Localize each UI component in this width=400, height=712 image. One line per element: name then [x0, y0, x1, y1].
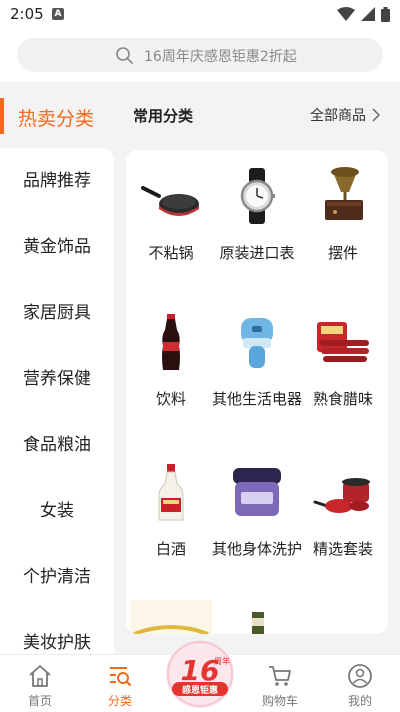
sidebar-item-kitchen[interactable]: 家居厨具	[0, 280, 114, 346]
status-time: 2:05	[10, 5, 44, 23]
liquor-bottle-icon	[158, 464, 184, 521]
profile-icon	[348, 664, 372, 688]
category-item[interactable]	[130, 600, 212, 634]
hot-category-tab[interactable]: 热卖分类	[0, 98, 114, 134]
search-input[interactable]: 16周年庆感恩钜惠2折起	[17, 38, 383, 72]
nav-profile[interactable]: 我的	[320, 655, 400, 712]
frying-pan-icon	[141, 186, 199, 216]
badge-line2: 感恩钜惠	[182, 684, 218, 696]
category-item[interactable]: 熟食腊味	[302, 300, 384, 450]
category-grid: 不粘锅 原装进口表 摆件 饮料 其他生活电器 熟食腊味 白酒 其他身体洗护 精选…	[126, 150, 388, 634]
category-item[interactable]: 饮料	[130, 300, 212, 450]
body-scrub-jar-icon	[233, 468, 281, 516]
category-item[interactable]: 其他生活电器	[212, 300, 302, 450]
anniversary-promo-button[interactable]: 16 周年 感恩钜惠	[166, 640, 234, 708]
hot-category-label: 热卖分类	[18, 108, 95, 130]
active-indicator	[0, 98, 4, 134]
search-icon	[116, 47, 133, 64]
all-goods-label: 全部商品	[310, 108, 366, 124]
sausage-icon	[317, 322, 369, 362]
section-title: 常用分类	[133, 107, 194, 125]
nav-profile-label: 我的	[347, 694, 372, 708]
battery-icon	[381, 6, 390, 22]
badge-line1: 周年	[214, 656, 230, 666]
category-label: 饮料	[155, 390, 186, 408]
category-label: 白酒	[155, 540, 186, 558]
sidebar-item-gold[interactable]: 黄金饰品	[0, 214, 114, 280]
wristwatch-icon	[240, 168, 275, 224]
sidebar-item-brand[interactable]: 品牌推荐	[0, 148, 114, 214]
sidebar-item-food[interactable]: 食品粮油	[0, 412, 114, 478]
cookware-set-icon	[313, 478, 370, 513]
category-label: 其他生活电器	[212, 390, 303, 408]
category-item[interactable]: 精选套装	[302, 450, 384, 600]
nav-cart[interactable]: 购物车	[240, 655, 320, 712]
nav-category-label: 分类	[107, 694, 132, 708]
nav-home-label: 首页	[27, 694, 52, 708]
sidebar-item-womenswear[interactable]: 女装	[0, 478, 114, 544]
category-label: 原装进口表	[219, 244, 295, 262]
nav-cart-label: 购物车	[261, 694, 298, 708]
sidebar-item-health[interactable]: 营养保健	[0, 346, 114, 412]
signal-icon	[361, 7, 375, 21]
category-label: 精选套装	[312, 540, 373, 558]
category-item[interactable]: 白酒	[130, 450, 212, 600]
category-item[interactable]	[216, 600, 298, 634]
home-icon	[29, 665, 51, 687]
wifi-icon	[337, 7, 355, 21]
category-label: 不粘锅	[148, 244, 194, 262]
category-label: 其他身体洗护	[212, 540, 303, 558]
chevron-right-icon	[372, 108, 380, 122]
sidebar-item-personal-care[interactable]: 个护清洁	[0, 544, 114, 610]
category-item[interactable]: 摆件	[302, 150, 384, 300]
nav-category[interactable]: 分类	[80, 655, 160, 712]
search-placeholder: 16周年庆感恩钜惠2折起	[144, 49, 297, 65]
category-search-icon	[110, 667, 131, 686]
lint-remover-icon	[241, 318, 273, 368]
sidebar-item-beauty[interactable]: 美妆护肤	[0, 610, 114, 654]
anniversary-badge-icon: 16 周年 感恩钜惠	[167, 641, 233, 707]
nav-home[interactable]: 首页	[0, 655, 80, 712]
cola-bottle-icon	[162, 314, 180, 370]
cart-icon	[269, 666, 291, 686]
category-sidebar: 品牌推荐 黄金饰品 家居厨具 营养保健 食品粮油 女装 个护清洁 美妆护肤	[0, 148, 114, 654]
gramophone-icon	[325, 167, 363, 220]
status-bar: 2:05 A	[0, 0, 400, 28]
category-label: 摆件	[327, 244, 358, 262]
gold-necklace-icon	[130, 600, 212, 634]
status-icons	[337, 6, 390, 22]
category-item[interactable]: 原装进口表	[216, 150, 298, 300]
all-goods-link[interactable]: 全部商品	[310, 105, 380, 125]
category-label: 熟食腊味	[312, 390, 373, 408]
category-item[interactable]: 不粘锅	[130, 150, 212, 300]
category-header: 热卖分类 常用分类 全部商品	[0, 82, 400, 148]
category-item[interactable]: 其他身体洗护	[212, 450, 302, 600]
search-area: 16周年庆感恩钜惠2折起	[0, 28, 400, 82]
status-app-badge: A	[52, 8, 64, 20]
wine-bottle-icon	[252, 612, 264, 634]
